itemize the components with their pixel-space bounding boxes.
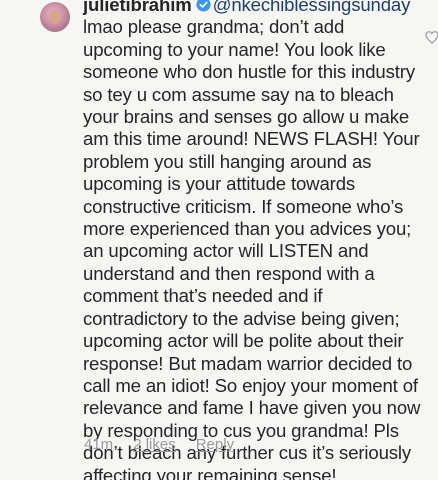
comment-meta: 41m 2 likes Reply [84,436,234,453]
comment-text: lmao please grandma; don’t add upcoming … [83,16,421,480]
mention-link[interactable]: @nkechiblessingsunday [213,0,411,15]
avatar[interactable] [40,2,70,32]
avatar-face [49,10,61,24]
comment-item: julietibrahim @nkechiblessingsunday lmao… [0,0,438,480]
comment-body: julietibrahim @nkechiblessingsunday lmao… [83,0,428,480]
likes-link[interactable]: 2 likes [133,436,176,453]
reply-button[interactable]: Reply [196,436,234,453]
timestamp: 41m [84,436,114,453]
username-link[interactable]: julietibrahim [83,0,192,15]
heart-outline-icon[interactable] [424,29,438,45]
verified-badge-icon [196,0,211,12]
